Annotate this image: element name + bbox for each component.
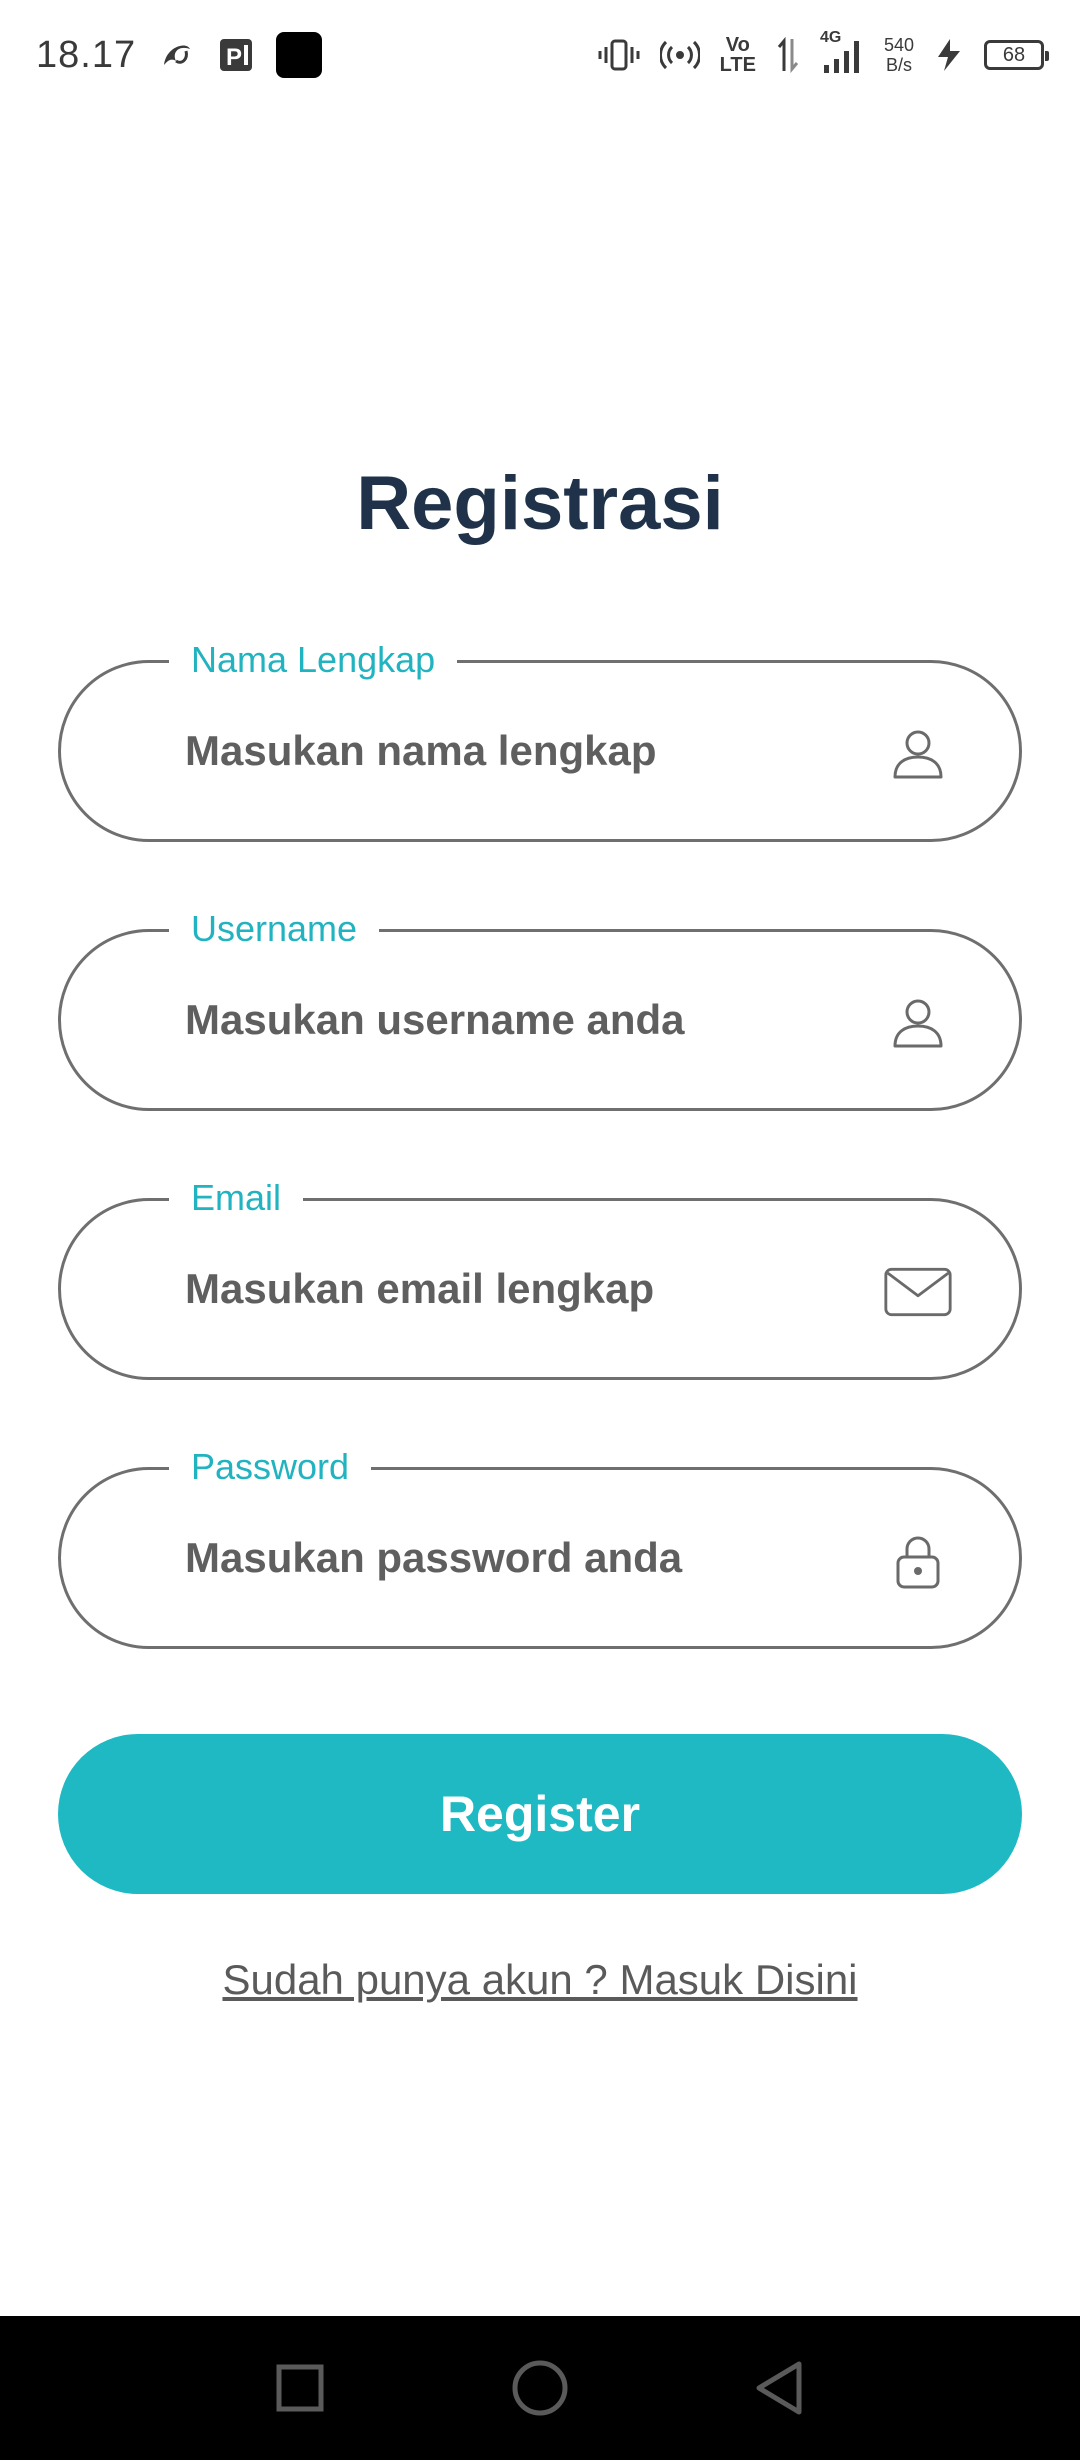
charging-icon [934, 37, 964, 73]
full-name-input[interactable] [185, 711, 825, 791]
status-time: 18.17 [36, 33, 137, 76]
vibrate-icon [598, 37, 640, 73]
black-square-icon [276, 32, 323, 78]
svg-text:P: P [226, 44, 242, 71]
network-type-text: 4G [819, 29, 842, 46]
hotspot-icon [659, 37, 700, 73]
registration-screen: 18.17 P Vo LTE 4G 540 B/s 68 Registrasi … [0, 0, 1080, 2460]
parking-app-icon: P [216, 35, 256, 75]
battery-icon: 68 [984, 40, 1049, 70]
battery-level: 68 [1002, 43, 1026, 66]
full-name-field[interactable]: Nama Lengkap [58, 635, 1022, 842]
username-input[interactable] [185, 980, 825, 1060]
recent-apps-icon[interactable] [260, 2348, 340, 2428]
password-input[interactable] [185, 1518, 825, 1598]
speed-unit: B/s [885, 55, 912, 75]
password-label: Password [169, 1442, 372, 1492]
email-label: Email [169, 1173, 304, 1223]
user-icon [883, 988, 953, 1058]
full-name-label: Nama Lengkap [169, 635, 458, 685]
volte-icon: Vo LTE [720, 35, 756, 75]
status-bar-left: 18.17 P [36, 32, 323, 78]
mail-icon [883, 1257, 953, 1327]
login-link[interactable]: Sudah punya akun ? Masuk Disini [0, 1956, 1080, 2004]
username-field[interactable]: Username [58, 904, 1022, 1111]
email-field[interactable]: Email [58, 1173, 1022, 1380]
speed-indicator: 540 B/s [884, 35, 914, 75]
swirl-app-icon [156, 35, 196, 75]
data-arrows-icon [776, 35, 800, 75]
volte-top-text: Vo [725, 34, 750, 56]
signal-icon: 4G [820, 29, 864, 75]
user-icon [883, 719, 953, 789]
register-button[interactable]: Register [58, 1734, 1022, 1894]
status-bar: 18.17 P Vo LTE 4G 540 B/s 68 [0, 0, 1080, 110]
back-icon[interactable] [740, 2348, 820, 2428]
status-bar-right: Vo LTE 4G 540 B/s 68 [598, 29, 1049, 75]
navigation-bar [0, 2316, 1080, 2460]
volte-bottom-text: LTE [719, 54, 756, 76]
page-title: Registrasi [356, 461, 724, 546]
home-icon[interactable] [500, 2348, 580, 2428]
speed-value: 540 [883, 35, 914, 55]
lock-icon [883, 1526, 953, 1596]
email-input[interactable] [185, 1249, 825, 1329]
username-label: Username [169, 904, 380, 954]
password-field[interactable]: Password [58, 1442, 1022, 1649]
